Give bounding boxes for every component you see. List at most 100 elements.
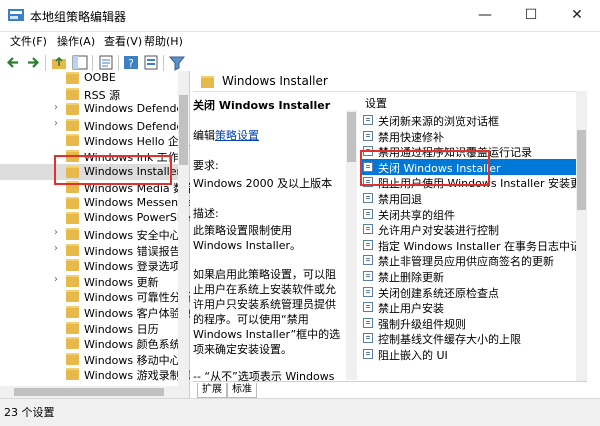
setting-row[interactable]: 指定 Windows Installer 在事务日志中记录的事 (360, 237, 577, 253)
tree-item-label: Windows 移动中心 (84, 353, 181, 367)
policy-setting-icon (363, 271, 373, 281)
setting-row[interactable]: 控制基线文件缓存大小的上限 (360, 330, 577, 346)
back-icon[interactable] (5, 54, 23, 71)
requirement-label: 要求: (193, 159, 219, 172)
tree-item[interactable]: Windows 颜色系统 (0, 335, 181, 352)
highlight-box-setting (360, 150, 490, 186)
description-panel: 关闭 Windows Installer 编辑策略设置 要求: Windows … (193, 91, 342, 381)
policy-title: 关闭 Windows Installer (193, 99, 331, 112)
setting-row[interactable]: 强制升级组件规则 (360, 315, 577, 331)
close-button[interactable]: ✕ (554, 0, 600, 31)
setting-label: 禁止删除更新 (378, 271, 444, 284)
filter-icon[interactable] (168, 54, 186, 71)
folder-icon (66, 306, 79, 318)
description-paragraph-1: 如果启用此策略设置，可以阻止用户在系统上安装软件或允许用户只安装系统管理员提供的… (193, 268, 341, 356)
policy-setting-icon (363, 302, 373, 313)
setting-label: 关闭共享的组件 (378, 208, 455, 222)
tree-item[interactable]: Windows 游戏录制和 (0, 366, 192, 382)
policy-setting-icon (363, 239, 373, 250)
tree-item-label: Windows 更新 (84, 275, 159, 289)
policy-setting-icon (363, 224, 373, 235)
tree-item[interactable]: OOBE (0, 70, 180, 86)
settings-scrollbar-thumb[interactable] (577, 130, 586, 210)
tree-item[interactable]: RSS 源 (0, 86, 180, 102)
tree-item[interactable]: › Windows Defender S (0, 101, 198, 117)
forward-icon[interactable] (24, 54, 42, 71)
setting-row[interactable]: 禁用回退 (360, 190, 577, 206)
tree-item-label: Windows 游戏录制和 (84, 369, 192, 383)
policy-setting-icon (363, 115, 373, 125)
policy-setting-icon (363, 317, 373, 328)
status-bar (0, 398, 600, 426)
tree-item[interactable]: Windows 客户体验改 (0, 304, 192, 320)
description-text: 此策略设置限制使用 Windows Installer。 (193, 224, 302, 252)
tree-item[interactable]: › Windows Defender 日 (0, 117, 202, 133)
tree-item[interactable]: › Windows 更新 (0, 273, 180, 289)
tree-item[interactable]: › Windows 安全中心 (0, 226, 181, 242)
menu-view[interactable]: 查看(V) (104, 33, 142, 49)
setting-row[interactable]: 禁止删除更新 (360, 268, 577, 284)
maximize-button[interactable]: ☐ (508, 0, 554, 31)
policy-setting-icon (363, 130, 373, 141)
setting-row[interactable]: 允许用户对安装进行控制 (360, 221, 577, 237)
chevron-right-icon[interactable]: › (54, 102, 58, 113)
tree-item[interactable]: Windows Hello 企业 (0, 132, 190, 148)
properties-icon[interactable] (142, 54, 160, 71)
setting-row[interactable]: 关闭共享的组件 (360, 206, 577, 222)
folder-icon (66, 290, 79, 303)
setting-label: 关闭新来源的浏览对话框 (378, 115, 499, 128)
folder-icon (66, 368, 79, 381)
show-hide-tree-icon[interactable] (71, 54, 89, 71)
tree-item-label: Windows 安全中心 (84, 229, 181, 242)
tree-item[interactable]: Windows Messenger (0, 195, 196, 211)
folder-icon (66, 134, 79, 147)
settings-column-header[interactable]: 设置 (365, 95, 387, 111)
menu-file[interactable]: 文件(F) (10, 33, 47, 49)
folder-icon (66, 118, 79, 131)
setting-label: 禁止用户安装 (378, 302, 444, 316)
chevron-right-icon[interactable]: › (54, 118, 58, 129)
tree-item[interactable]: Windows 日历 (0, 320, 180, 336)
tree-item-label: Windows 登录选项 (84, 260, 181, 274)
tree-item-label: Windows 错误报告 (84, 244, 181, 258)
minimize-button[interactable]: — (462, 0, 508, 31)
tree-item-label: Windows 颜色系统 (84, 338, 181, 352)
tree-item[interactable]: Windows 移动中心 (0, 351, 181, 367)
description-scrollbar-thumb[interactable] (347, 112, 356, 162)
folder-icon (66, 228, 79, 240)
tab-extended[interactable]: 扩展 (197, 383, 227, 398)
folder-icon (66, 103, 79, 116)
setting-row[interactable]: 禁止非管理员应用供应商签名的更新 (360, 252, 577, 268)
setting-row[interactable]: 阻止嵌入的 UI (360, 346, 577, 362)
tree-item[interactable]: Windows 登录选项 (0, 257, 181, 274)
folder-icon (66, 196, 79, 209)
chevron-right-icon[interactable]: › (54, 227, 58, 238)
up-folder-icon[interactable] (50, 54, 68, 71)
requirement-text: Windows 2000 及以上版本 (193, 177, 333, 190)
setting-row[interactable]: 禁止用户安装 (360, 299, 577, 315)
chevron-right-icon[interactable]: › (54, 243, 58, 254)
export-list-icon[interactable] (97, 54, 115, 71)
help-icon[interactable]: ? (122, 54, 140, 71)
description-paragraph-2: -- “从不”选项表示 Windows Installer 处于完全启用状态，用… (193, 370, 335, 381)
tree-item[interactable]: Windows 可靠性分析 (0, 288, 192, 304)
folder-icon (66, 274, 79, 287)
setting-row[interactable]: 关闭创建系统还原检查点 (360, 284, 577, 300)
setting-row[interactable]: 禁用快速修补 (360, 128, 577, 144)
chevron-right-icon[interactable]: › (54, 274, 58, 285)
edit-policy-link[interactable]: 策略设置 (215, 129, 259, 142)
group-policy-icon (8, 9, 24, 21)
menu-action[interactable]: 操作(A) (57, 33, 95, 49)
policy-setting-icon (363, 255, 373, 266)
setting-label: 强制升级组件规则 (378, 317, 466, 331)
setting-row[interactable]: 关闭新来源的浏览对话框 (360, 112, 577, 128)
tree-horizontal-thumb[interactable] (14, 388, 164, 396)
folder-icon (201, 76, 214, 88)
folder-icon (66, 352, 79, 365)
tree-scrollbar-thumb[interactable] (179, 95, 188, 165)
tree-item-label: OOBE (84, 71, 116, 84)
tree-item[interactable]: › Windows 错误报告 (0, 242, 181, 258)
menu-help[interactable]: 帮助(H) (144, 33, 183, 49)
tab-standard[interactable]: 标准 (227, 383, 257, 398)
tree-item[interactable]: Windows PowerShell (0, 210, 197, 226)
